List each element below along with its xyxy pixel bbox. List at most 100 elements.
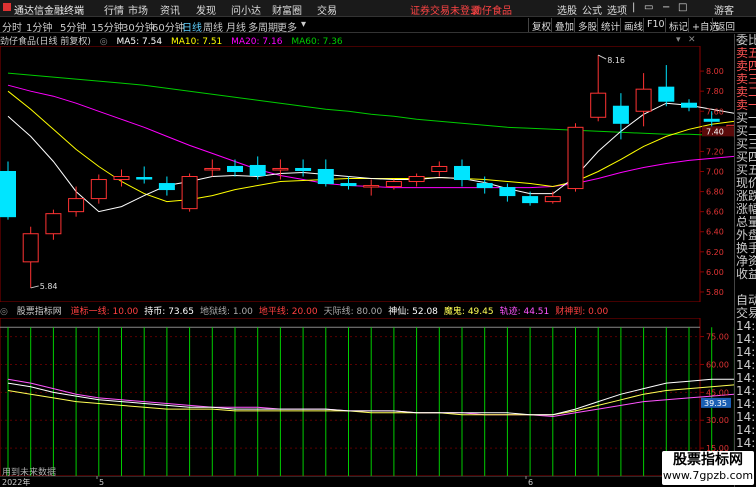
side-panel-row: 买一 bbox=[736, 112, 756, 125]
side-panel-row: 买五 bbox=[736, 164, 756, 177]
price-tick-label: 6.00 bbox=[706, 268, 724, 277]
app-logo-icon bbox=[2, 2, 12, 15]
menu-gongshi[interactable]: 公式 bbox=[582, 2, 602, 17]
candle-body bbox=[635, 88, 652, 112]
candle bbox=[45, 209, 62, 240]
panel-menu-icon[interactable]: ▾ bbox=[676, 35, 681, 45]
indicator-header: ◎ 股票指标网 道标一线: 10.00 持币: 73.65 地狱线: 1.00 地平线… bbox=[0, 304, 700, 317]
side-panel-row: 自动 bbox=[736, 294, 756, 307]
candle bbox=[295, 159, 312, 177]
indicator-icon[interactable]: ◎ bbox=[0, 307, 8, 317]
candle-body bbox=[45, 213, 62, 235]
tab-15min[interactable]: 15分钟 bbox=[91, 19, 124, 34]
tab-multi-period[interactable]: 多周期 bbox=[248, 19, 278, 34]
side-panel-row: 14:50 bbox=[736, 346, 756, 359]
high-arrow bbox=[597, 54, 607, 60]
indicator-name: 股票指标网 bbox=[16, 307, 62, 317]
maximize-icon[interactable]: □ bbox=[678, 2, 687, 13]
candle-body bbox=[454, 165, 470, 181]
low-price-label: 5.84 bbox=[40, 282, 58, 291]
side-panel-row: 卖二 bbox=[736, 86, 756, 99]
candle-body bbox=[567, 126, 584, 190]
price-tick-label: 6.80 bbox=[706, 188, 724, 197]
indicator-item-1: 持币: 73.65 bbox=[144, 307, 194, 317]
candlestick-chart[interactable]: 8.00 7.80 7.60 7.40 7.20 7.00 6.80 6.60 6.40 6.20… bbox=[0, 46, 734, 302]
indicator-tick-label: 45.00 bbox=[706, 388, 729, 397]
tab-day[interactable]: 日线 bbox=[182, 19, 202, 34]
menu-faxian[interactable]: 发现 bbox=[196, 2, 216, 17]
main-chart-header: 劲仔食品(日线 前复权) ◎ MA5: 7.54 MA10: 7.51 MA20… bbox=[0, 34, 700, 47]
menu-wenxiaoda[interactable]: 问小达 bbox=[231, 2, 261, 17]
candle bbox=[454, 159, 470, 187]
menu-xuanxiang[interactable]: 选项 bbox=[607, 2, 627, 17]
candle-body bbox=[658, 86, 675, 102]
tab-month[interactable]: 月线 bbox=[226, 19, 246, 34]
current-indicator-label: 39.35 bbox=[704, 399, 727, 408]
side-panel-row: 现价 bbox=[736, 177, 756, 190]
price-grid bbox=[0, 46, 701, 302]
side-panel-row: 14:50 bbox=[736, 359, 756, 372]
side-panel-row: 14:50 bbox=[736, 437, 756, 450]
menu-separator-icon: | bbox=[632, 2, 636, 13]
side-panel-row: 涨跌 bbox=[736, 190, 756, 203]
indicator-axis: 75.0060.0045.0030.0015.0039.35 bbox=[700, 333, 731, 453]
candle-body bbox=[544, 196, 561, 203]
candle bbox=[181, 173, 198, 212]
window-icon[interactable]: ▭ bbox=[644, 2, 653, 13]
tab-60min[interactable]: 60分钟 bbox=[152, 19, 185, 34]
side-panel-row: 交易 bbox=[736, 307, 756, 320]
candle-body bbox=[295, 167, 312, 171]
tab-30min[interactable]: 30分钟 bbox=[122, 19, 155, 34]
menu-caifuquan[interactable]: 财富圈 bbox=[272, 2, 302, 17]
candle-body bbox=[408, 176, 425, 183]
quote-side-panel: 委比卖五卖四卖三卖二卖一买一买二买三买四买五现价涨跌涨幅总量外盘换手净资收益自动… bbox=[734, 34, 756, 487]
menu-shichang[interactable]: 市场 bbox=[128, 2, 148, 17]
indicator-chart[interactable]: 75.0060.0045.0030.0015.0039.35 bbox=[0, 318, 734, 476]
more-chevron-icon[interactable]: ▾ bbox=[301, 19, 306, 30]
indicator-tick-label: 30.00 bbox=[706, 416, 729, 425]
menu-bar: 通达信金融终端 行情 市场 资讯 发现 问小达 财富圈 交易 证券交易未登录 劲… bbox=[0, 0, 756, 17]
candle-body bbox=[272, 167, 289, 171]
side-panel-row: 净资 bbox=[736, 255, 756, 268]
candle-body bbox=[590, 92, 607, 118]
tab-fenshi[interactable]: 分时 bbox=[2, 19, 22, 34]
side-panel-row: 换手 bbox=[736, 242, 756, 255]
menu-xuangu[interactable]: 选股 bbox=[557, 2, 577, 17]
candle-body bbox=[703, 118, 720, 122]
f10-button[interactable]: F10 bbox=[643, 18, 668, 32]
side-panel-row: 14:50 bbox=[736, 411, 756, 424]
side-panel-row: 买二 bbox=[736, 125, 756, 138]
panel-close-icon[interactable]: ✕ bbox=[688, 35, 696, 45]
price-axis: 8.00 7.80 7.60 7.40 7.20 7.00 6.80 6.60 6.40 6.20… bbox=[700, 67, 734, 297]
menu-jiaoyi[interactable]: 交易 bbox=[317, 2, 337, 17]
app-title: 通达信金融终端 bbox=[14, 6, 84, 17]
candle-body bbox=[136, 177, 153, 180]
indicator-tick-label: 60.00 bbox=[706, 360, 729, 369]
candle bbox=[0, 161, 16, 220]
candle-body bbox=[0, 170, 16, 218]
tab-more[interactable]: 更多 bbox=[277, 19, 297, 34]
candle bbox=[204, 159, 221, 177]
side-panel-row: 14:50 bbox=[736, 333, 756, 346]
minimize-icon[interactable]: − bbox=[662, 2, 670, 13]
candle bbox=[567, 123, 584, 192]
tab-1min[interactable]: 1分钟 bbox=[26, 19, 52, 34]
ma60-line bbox=[7, 72, 734, 136]
menu-hangqing[interactable]: 行情 bbox=[104, 2, 124, 17]
candle-body bbox=[249, 164, 266, 177]
menu-zixun[interactable]: 资讯 bbox=[160, 2, 180, 17]
candle bbox=[681, 99, 697, 112]
candle-body bbox=[431, 165, 448, 172]
candle-body bbox=[522, 196, 539, 204]
candle-body bbox=[317, 168, 334, 185]
candle bbox=[317, 159, 334, 187]
tab-5min[interactable]: 5分钟 bbox=[60, 19, 86, 34]
tab-week[interactable]: 周线 bbox=[203, 19, 223, 34]
back-button[interactable]: 返回 bbox=[712, 18, 738, 33]
menu-youke[interactable]: 游客 bbox=[714, 2, 734, 17]
low-arrow bbox=[30, 285, 39, 289]
side-panel-row bbox=[735, 281, 756, 294]
candle bbox=[158, 176, 175, 196]
login-alert[interactable]: 证券交易未登录 bbox=[410, 2, 480, 17]
current-price-label: 7.40 bbox=[706, 127, 724, 136]
